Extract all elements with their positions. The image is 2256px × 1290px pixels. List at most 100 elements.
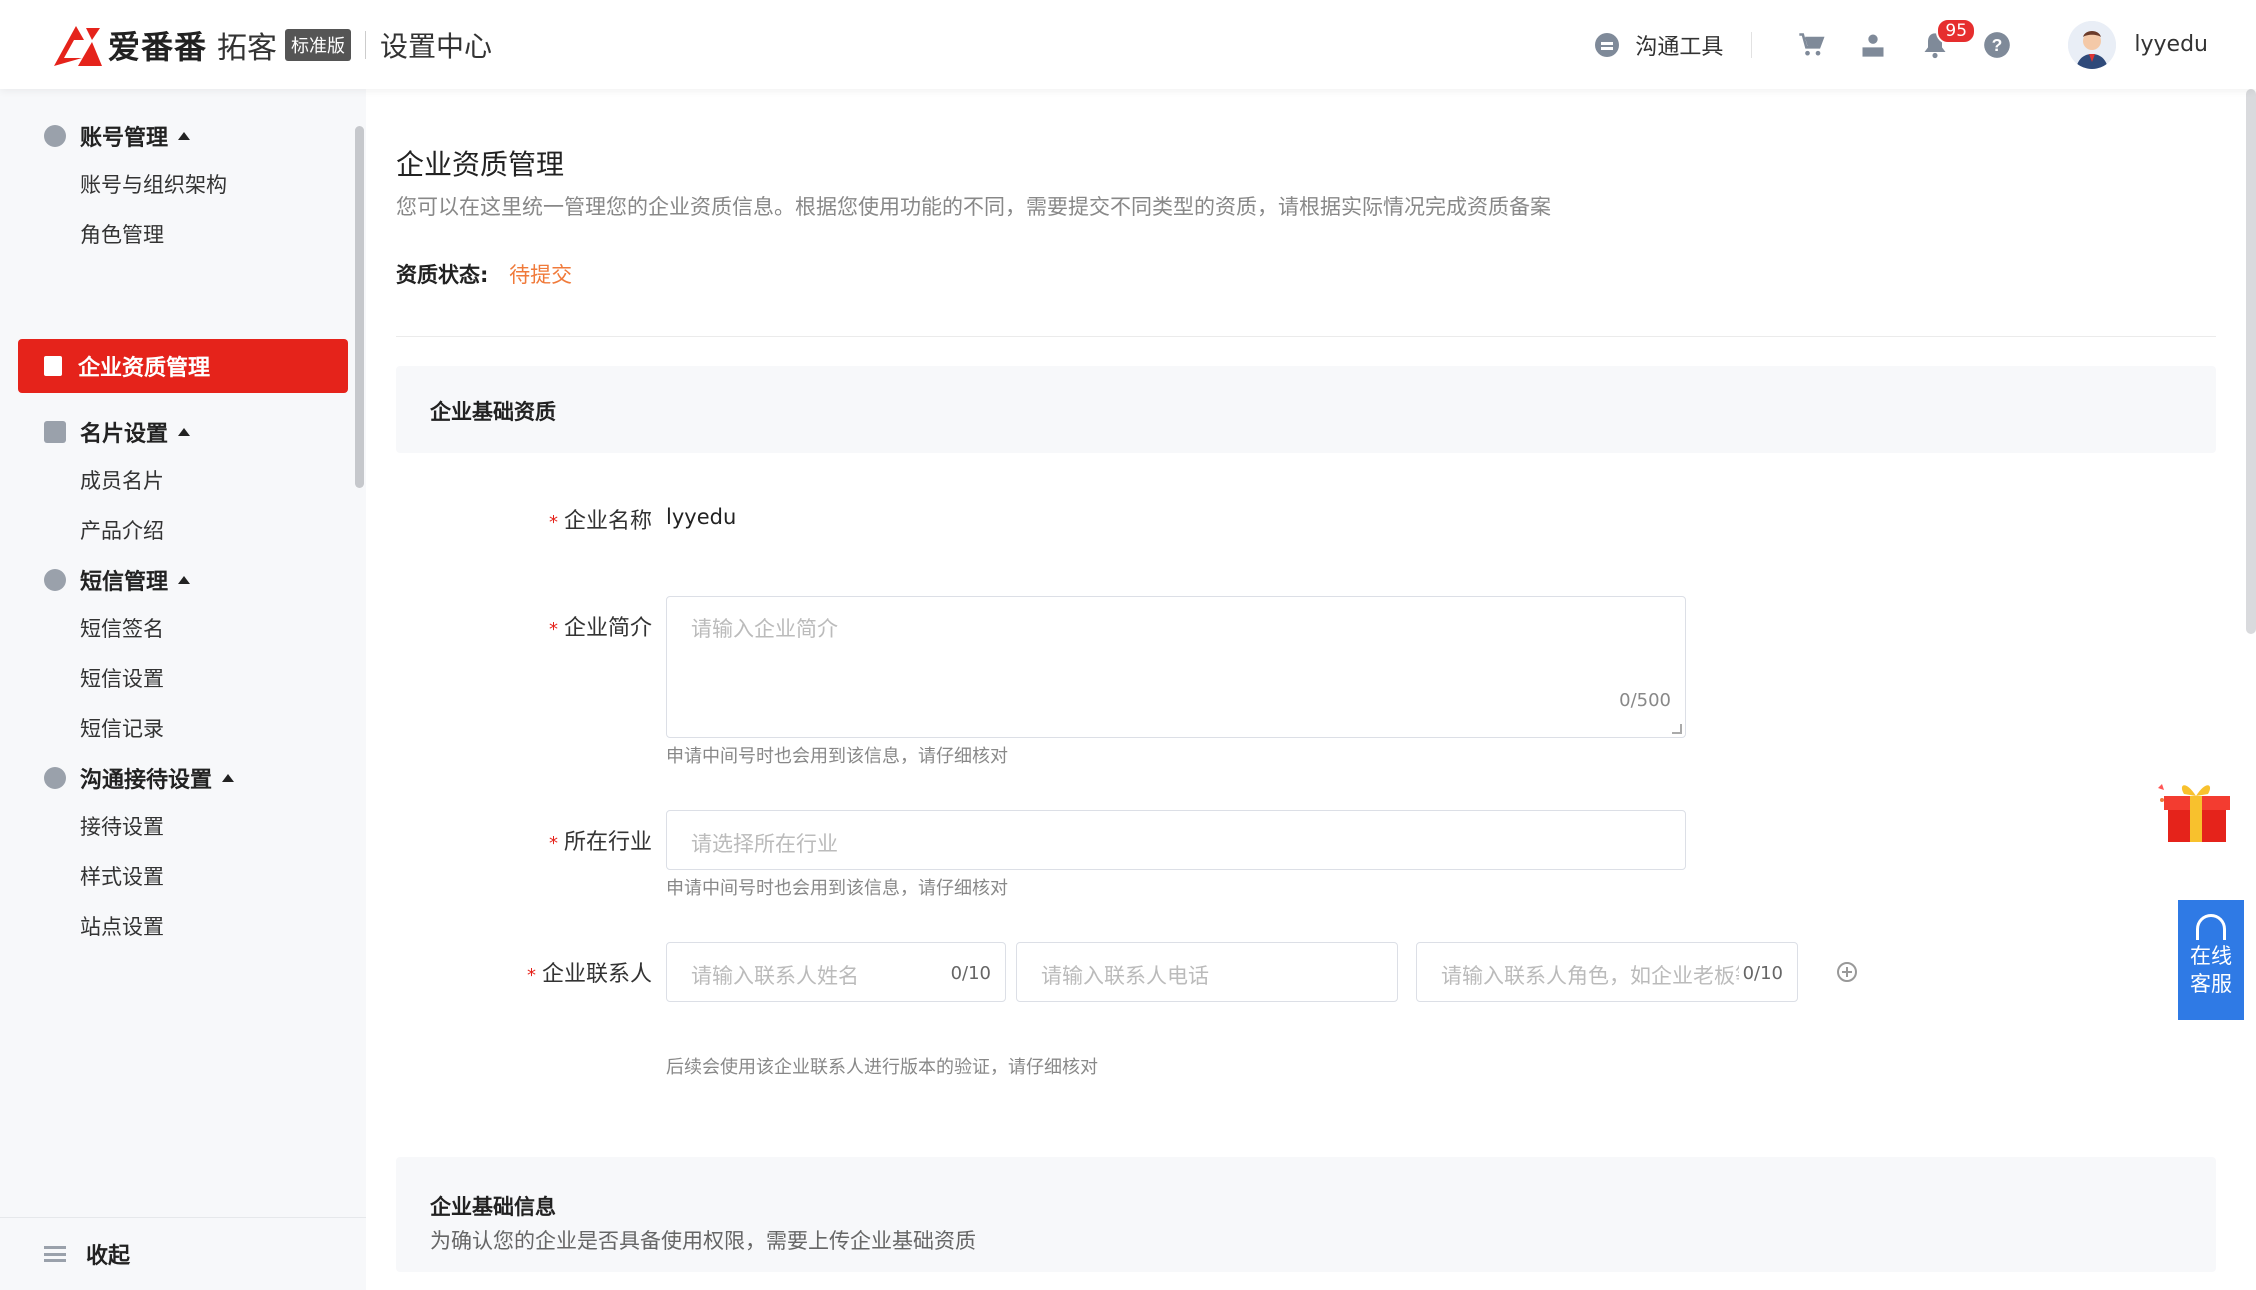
page-description: 您可以在这里统一管理您的企业资质信息。根据您使用功能的不同，需要提交不同类型的资… — [396, 195, 1551, 219]
industry-placeholder: 请选择所在行业 — [691, 832, 838, 856]
username[interactable]: lyyedu — [2134, 32, 2208, 57]
required-mark: * — [548, 512, 558, 533]
contact-name-counter: 0/10 — [946, 963, 991, 984]
logo-divider — [365, 31, 367, 59]
contact-hint: 后续会使用该企业联系人进行版本的验证，请仔细核对 — [666, 1057, 1098, 1078]
contact-role-counter: 0/10 — [1738, 963, 1783, 984]
sidebar-scrollbar[interactable] — [355, 126, 364, 488]
required-mark: * — [548, 619, 558, 640]
avatar[interactable] — [2068, 20, 2117, 69]
required-mark: * — [548, 833, 558, 854]
contact-role-placeholder: 请输入联系人角色，如企业老板等 — [1441, 964, 1741, 988]
message-icon — [44, 569, 66, 591]
sidebar-item-label: 短信记录 — [80, 717, 164, 741]
sidebar-item-site-settings[interactable]: 站点设置 — [0, 896, 350, 956]
sidebar-group-label: 沟通接待设置 — [80, 768, 213, 793]
contact-role-input[interactable]: 请输入联系人角色，如企业老板等 0/10 — [1416, 942, 1798, 1002]
section-title: 企业基础资质 — [430, 400, 556, 424]
brand-logo[interactable]: 爱番番 拓客 标准版 设置中心 — [52, 22, 492, 68]
section-basic-qualification: 企业基础资质 — [396, 366, 2216, 453]
resize-handle[interactable] — [1672, 724, 1682, 734]
account-button[interactable] — [1858, 30, 1888, 60]
card-icon — [44, 421, 66, 443]
sidebar-item-label: 账号与组织架构 — [80, 173, 227, 197]
sidebar-item-label: 短信签名 — [80, 617, 164, 641]
company-intro-label: * 企业简介 — [492, 610, 652, 642]
company-name-label: * 企业名称 — [492, 503, 652, 535]
required-mark: * — [526, 965, 536, 986]
divider — [396, 336, 2216, 337]
brand-logo-icon — [54, 26, 102, 66]
cart-button[interactable] — [1796, 30, 1826, 60]
brand-sub: 拓客 — [217, 31, 278, 66]
contact-name-input[interactable]: 请输入联系人姓名 0/10 — [666, 942, 1006, 1002]
sidebar-item-label: 成员名片 — [80, 469, 164, 493]
company-intro-placeholder: 请输入企业简介 — [691, 617, 838, 641]
company-name-value: lyyedu — [666, 505, 737, 529]
headset-icon — [2196, 914, 2226, 940]
header-divider — [1751, 31, 1753, 58]
sidebar: 账号管理 账号与组织架构 角色管理 企业资质管理 名片设置 成员名片 产品介绍 … — [0, 89, 366, 1290]
sidebar-item-label: 产品介绍 — [80, 519, 164, 543]
caret-up-icon — [222, 774, 235, 782]
section-title: 企业基础信息 — [430, 1195, 556, 1219]
caret-up-icon — [178, 132, 191, 140]
company-intro-hint: 申请中间号时也会用到该信息，请仔细核对 — [666, 746, 1008, 767]
sidebar-item-label: 站点设置 — [80, 915, 164, 939]
caret-up-icon — [178, 576, 191, 584]
qualification-status: 资质状态: 待提交 — [396, 259, 572, 289]
svg-text:?: ? — [1992, 34, 2003, 54]
smile-icon — [44, 767, 66, 789]
sidebar-item-enterprise-qualification[interactable]: 企业资质管理 — [18, 339, 348, 393]
contact-phone-placeholder: 请输入联系人电话 — [1041, 964, 1209, 988]
caret-up-icon — [178, 428, 191, 436]
header-actions: 沟通工具 95 ? lyyedu — [1595, 0, 2208, 89]
brand-name: 爱番番 — [108, 28, 208, 66]
company-name-label-text: 企业名称 — [563, 509, 652, 534]
help-icon: ? — [1984, 31, 2011, 58]
sidebar-group-label: 账号管理 — [80, 126, 169, 151]
sidebar-item-label: 接待设置 — [80, 815, 164, 839]
add-contact-icon[interactable] — [1837, 962, 1857, 982]
sidebar-item-roles[interactable]: 角色管理 — [0, 204, 350, 264]
avatar-icon — [2068, 20, 2117, 69]
main-content: 企业资质管理 您可以在这里统一管理您的企业资质信息。根据您使用功能的不同，需要提… — [366, 89, 2246, 1290]
status-label: 资质状态: — [396, 263, 489, 287]
industry-select[interactable]: 请选择所在行业 — [666, 810, 1686, 870]
cart-icon — [1799, 32, 1825, 55]
account-settings-icon — [44, 125, 66, 147]
page-scrollbar[interactable] — [2246, 89, 2256, 634]
gift-icon[interactable] — [2150, 770, 2230, 846]
sidebar-item-label: 角色管理 — [80, 223, 164, 247]
online-service-button[interactable]: 在线 客服 — [2178, 900, 2244, 1020]
sidebar-collapse-button[interactable]: 收起 — [0, 1217, 366, 1290]
help-button[interactable]: ? — [1982, 30, 2012, 60]
top-header: 爱番番 拓客 标准版 设置中心 沟通工具 95 ? lyyedu — [0, 0, 2256, 89]
communication-tools-button[interactable]: 沟通工具 — [1595, 29, 1723, 61]
section-basic-info: 企业基础信息 为确认您的企业是否具备使用权限，需要上传企业基础资质 — [396, 1157, 2216, 1272]
edition-badge: 标准版 — [285, 29, 352, 61]
contact-name-placeholder: 请输入联系人姓名 — [691, 964, 859, 988]
section-description: 为确认您的企业是否具备使用权限，需要上传企业基础资质 — [430, 1229, 976, 1253]
document-icon — [44, 356, 62, 376]
notification-badge: 95 — [1936, 17, 1977, 44]
service-label-line1: 在线 — [2190, 944, 2232, 968]
sidebar-item-label: 样式设置 — [80, 865, 164, 889]
collapse-label: 收起 — [86, 1244, 131, 1269]
service-label-line2: 客服 — [2190, 972, 2232, 996]
contact-phone-input[interactable]: 请输入联系人电话 — [1016, 942, 1398, 1002]
collapse-icon — [44, 1246, 66, 1262]
sidebar-group-label: 名片设置 — [80, 422, 169, 447]
page-title: 企业资质管理 — [396, 148, 565, 181]
section-title: 设置中心 — [380, 30, 493, 63]
company-intro-counter: 0/500 — [1619, 690, 1671, 711]
company-intro-textarea[interactable]: 请输入企业简介 0/500 — [666, 596, 1686, 738]
sidebar-item-label: 短信设置 — [80, 667, 164, 691]
industry-hint: 申请中间号时也会用到该信息，请仔细核对 — [666, 878, 1008, 899]
industry-label-text: 所在行业 — [563, 830, 652, 855]
company-intro-label-text: 企业简介 — [563, 616, 652, 641]
industry-label: * 所在行业 — [492, 824, 652, 856]
contact-label-text: 企业联系人 — [541, 962, 652, 987]
notification-button[interactable]: 95 — [1920, 17, 1977, 60]
chat-icon — [1595, 32, 1620, 57]
